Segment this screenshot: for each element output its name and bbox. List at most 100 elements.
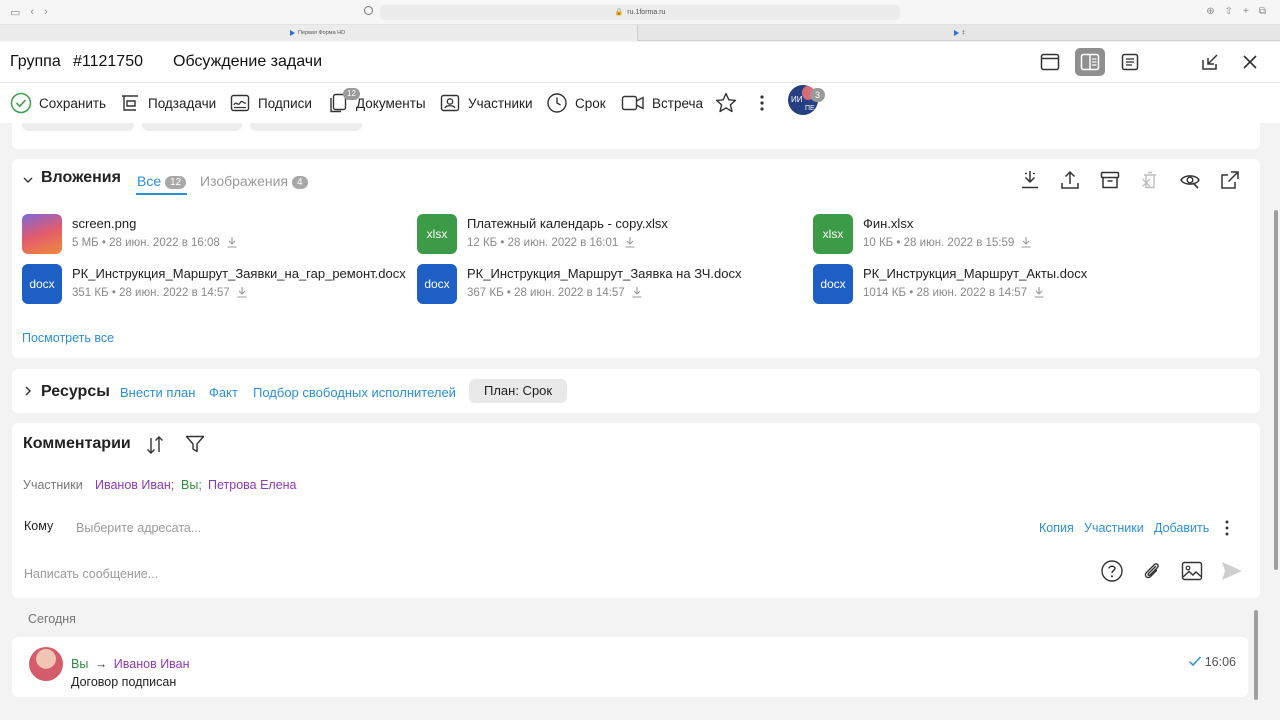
arrow-right-icon: →: [94, 657, 108, 671]
download-icon[interactable]: [236, 286, 248, 298]
avatar-initials-top: ИИ: [791, 95, 803, 104]
participants-button[interactable]: Участники: [439, 91, 533, 115]
attachment-item[interactable]: docx РК_Инструкция_Маршрут_Заявка на ЗЧ.…: [417, 264, 797, 304]
comment-message[interactable]: Вы → Иванов Иван Договор подписан 16:06: [12, 637, 1248, 697]
chevron-right-icon[interactable]: [22, 385, 34, 397]
open-external-icon[interactable]: [1219, 169, 1241, 191]
file-meta: 367 КБ • 28 июн. 2022 в 14:57: [467, 286, 643, 299]
favorite-button[interactable]: [714, 91, 745, 115]
deadline-button[interactable]: Срок: [546, 91, 606, 115]
image-thumbnail: [22, 214, 62, 254]
tab-all[interactable]: Все 12: [137, 173, 187, 189]
avatar: [29, 647, 63, 681]
plan-deadline-chip[interactable]: План: Срок: [469, 379, 568, 403]
favicon-icon: [954, 29, 959, 36]
more-vertical-icon: [760, 95, 764, 111]
minimize-button[interactable]: [1195, 48, 1225, 76]
file-date: 28 июн. 2022 в 14:57: [514, 287, 625, 299]
star-icon: [715, 92, 737, 113]
privacy-icon[interactable]: [364, 6, 373, 15]
archive-icon[interactable]: [1099, 169, 1121, 191]
back-icon[interactable]: ‹: [30, 6, 34, 19]
layout-split-button[interactable]: [1075, 48, 1105, 76]
address-bar[interactable]: 🔒 ru.1forma.ru: [380, 5, 900, 20]
visibility-settings-icon[interactable]: [1179, 169, 1201, 191]
file-name: screen.png: [72, 216, 137, 231]
main-scrollbar[interactable]: [1274, 210, 1278, 570]
feed-scrollbar[interactable]: [1254, 610, 1258, 700]
recipient-input[interactable]: Выберите адресата...: [76, 521, 201, 535]
send-icon[interactable]: [1220, 559, 1244, 583]
lock-icon: 🔒: [614, 9, 624, 16]
tab-overview-icon[interactable]: ⧉: [1259, 6, 1266, 17]
download-icon[interactable]: [1033, 286, 1045, 298]
help-icon[interactable]: [1100, 559, 1124, 583]
layout-single-button[interactable]: [1035, 48, 1065, 76]
documents-label: Документы: [356, 95, 426, 111]
check-circle-icon: [10, 92, 32, 114]
participants-link[interactable]: Участники: [1084, 521, 1144, 535]
file-type-label: docx: [424, 277, 450, 291]
share-icon[interactable]: ⇧: [1225, 6, 1233, 17]
file-type-label: xlsx: [426, 227, 448, 241]
upload-icon[interactable]: [1059, 169, 1081, 191]
subtasks-button[interactable]: Подзадачи: [119, 91, 216, 115]
attachment-item[interactable]: docx РК_Инструкция_Маршрут_Акты.docx 101…: [813, 264, 1213, 304]
filter-icon[interactable]: [184, 433, 206, 455]
download-icon[interactable]: [1020, 236, 1032, 248]
layout-text-button[interactable]: [1115, 48, 1145, 76]
signatures-label: Подписи: [258, 95, 312, 111]
subtasks-icon: [122, 95, 138, 111]
forward-icon[interactable]: ›: [44, 6, 48, 19]
chevron-down-icon[interactable]: [22, 174, 34, 186]
add-plan-link[interactable]: Внести план: [120, 385, 195, 400]
download-icon[interactable]: [226, 236, 238, 248]
participant-petrova[interactable]: Петрова Елена: [208, 478, 297, 492]
more-menu-button[interactable]: [757, 91, 774, 115]
file-type-label: docx: [820, 277, 846, 291]
sidebar-toggle-icon[interactable]: ▭: [10, 6, 20, 19]
tab-all-count: 12: [165, 176, 187, 189]
paperclip-icon[interactable]: [1140, 559, 1164, 583]
attachment-item[interactable]: docx РК_Инструкция_Маршрут_Заявки_на_гар…: [22, 264, 412, 304]
more-vertical-icon[interactable]: [1223, 519, 1231, 537]
signatures-button[interactable]: Подписи: [229, 91, 312, 115]
close-button[interactable]: [1235, 48, 1265, 76]
browser-right-controls: ⊕ ⇧ + ⧉: [1206, 6, 1266, 17]
download-icon[interactable]: [631, 286, 643, 298]
browser-tab-2[interactable]: ‡: [639, 25, 1280, 41]
attachment-item[interactable]: screen.png 5 МБ • 28 июн. 2022 в 16:08: [22, 214, 402, 254]
split-view-icon: [1080, 53, 1100, 71]
fact-link[interactable]: Факт: [209, 385, 238, 400]
message-recipient[interactable]: Иванов Иван: [114, 657, 190, 671]
attachment-item[interactable]: xlsx Платежный календарь - copy.xlsx 12 …: [417, 214, 797, 254]
attachment-item[interactable]: xlsx Фин.xlsx 10 КБ • 28 июн. 2022 в 15:…: [813, 214, 1193, 254]
message-sender[interactable]: Вы: [71, 657, 88, 671]
meeting-button[interactable]: Встреча: [621, 91, 703, 115]
find-free-performers-link[interactable]: Подбор свободных исполнителей: [253, 385, 456, 400]
stub-pill: [250, 123, 362, 131]
file-meta: 351 КБ • 28 июн. 2022 в 14:57: [72, 286, 248, 299]
download-all-icon[interactable]: [1019, 169, 1041, 191]
participant-you[interactable]: Вы;: [181, 478, 202, 492]
tab-images[interactable]: Изображения 4: [200, 173, 308, 189]
save-button[interactable]: Сохранить: [10, 91, 106, 115]
task-header: Группа #1121750 Обсуждение задачи: [0, 42, 1280, 83]
message-input[interactable]: Написать сообщение...: [24, 567, 158, 581]
participants-avatars[interactable]: ИИ ПЕ 3: [788, 85, 826, 115]
add-recipient-link[interactable]: Добавить: [1154, 521, 1209, 535]
download-icon[interactable]: [624, 236, 636, 248]
copy-link[interactable]: Копия: [1039, 521, 1074, 535]
new-tab-icon[interactable]: +: [1243, 6, 1249, 17]
documents-button[interactable]: Документы 12: [327, 88, 426, 115]
tab-all-label: Все: [137, 173, 162, 189]
sort-icon[interactable]: [145, 434, 165, 456]
download-icon[interactable]: ⊕: [1206, 6, 1214, 17]
attachments-title: Вложения: [41, 169, 121, 186]
browser-tab-1[interactable]: Первая Форма HD: [0, 25, 638, 41]
participant-ivanov[interactable]: Иванов Иван;: [95, 478, 174, 492]
collapsed-section-stub: [12, 123, 1260, 149]
file-meta: 10 КБ • 28 июн. 2022 в 15:59: [863, 236, 1032, 249]
image-icon[interactable]: [1180, 559, 1204, 583]
view-all-link[interactable]: Посмотреть все: [22, 331, 114, 345]
